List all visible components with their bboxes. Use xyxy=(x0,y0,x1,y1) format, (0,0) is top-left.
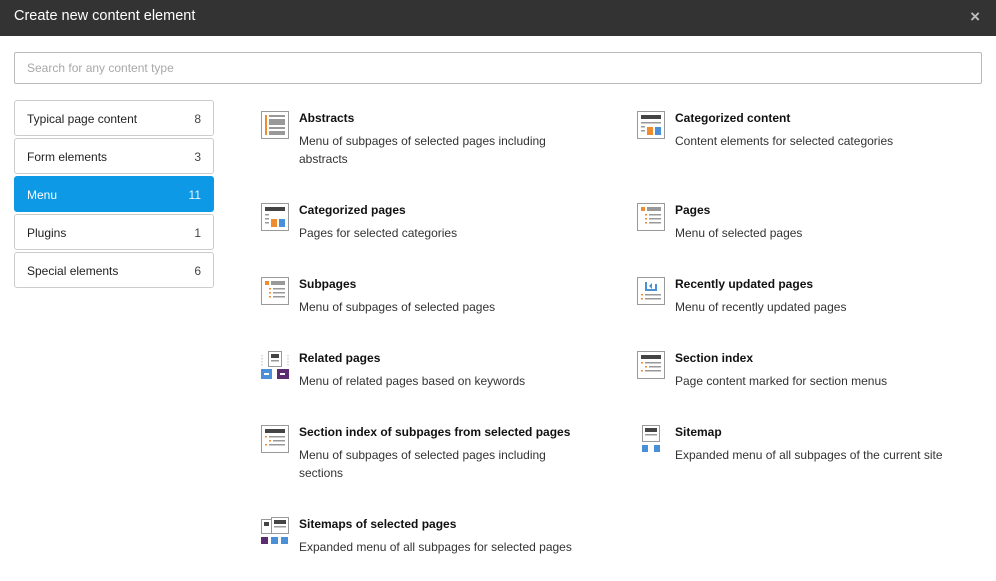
menu-categorized-pages-icon xyxy=(261,203,289,231)
category-sidebar: Typical page content 8 Form elements 3 M… xyxy=(14,100,214,290)
category-count: 1 xyxy=(194,226,201,240)
category-plugins[interactable]: Plugins 1 xyxy=(14,214,214,250)
content-element-name: Sitemap xyxy=(675,425,722,439)
category-label: Special elements xyxy=(27,264,119,278)
category-form-elements[interactable]: Form elements 3 xyxy=(14,138,214,174)
category-label: Menu xyxy=(27,188,58,202)
content-element-description: Pages for selected categories xyxy=(299,226,458,240)
close-icon[interactable]: × xyxy=(970,7,980,27)
category-count: 3 xyxy=(194,150,201,164)
menu-section-index-subpages-icon xyxy=(261,425,289,453)
menu-abstract-icon xyxy=(261,111,289,139)
content-element-description: Expanded menu of all subpages of the cur… xyxy=(675,448,943,462)
search-box[interactable] xyxy=(14,52,982,84)
category-typical-page-content[interactable]: Typical page content 8 xyxy=(14,100,214,136)
category-count: 8 xyxy=(194,112,201,126)
content-element-name: Section index of subpages from selected … xyxy=(299,425,571,439)
content-element-description: Expanded menu of all subpages for select… xyxy=(299,540,572,554)
category-count: 11 xyxy=(188,188,201,202)
category-special-elements[interactable]: Special elements 6 xyxy=(14,252,214,288)
category-label: Plugins xyxy=(27,226,67,240)
content-element-name: Recently updated pages xyxy=(675,277,814,291)
content-element-description: Content elements for selected categories xyxy=(675,134,894,148)
content-element-name: Abstracts xyxy=(299,111,355,125)
content-element-name: Pages xyxy=(675,203,711,217)
content-element-name: Categorized content xyxy=(675,111,791,125)
content-element-name: Subpages xyxy=(299,277,357,291)
content-element-description: Menu of subpages of selected pages inclu… xyxy=(299,134,546,166)
content-element-name: Related pages xyxy=(299,351,381,365)
menu-pages-icon xyxy=(637,203,665,231)
content-element-name: Sitemaps of selected pages xyxy=(299,517,457,531)
menu-recently-updated-icon xyxy=(637,277,665,305)
menu-related-pages-icon xyxy=(261,351,289,379)
dialog-title: Create new content element xyxy=(14,8,196,24)
content-element-name: Categorized pages xyxy=(299,203,406,217)
dialog-header: Create new content element × xyxy=(0,0,996,36)
menu-subpages-icon xyxy=(261,277,289,305)
content-element-description: Page content marked for section menus xyxy=(675,374,888,388)
sitemaps-selected-icon xyxy=(261,517,289,544)
content-element-name: Section index xyxy=(675,351,754,365)
search-input[interactable] xyxy=(15,53,981,83)
content-element-description: Menu of subpages of selected pages inclu… xyxy=(299,448,546,480)
content-element-description: Menu of subpages of selected pages xyxy=(299,300,496,314)
category-label: Form elements xyxy=(27,150,108,164)
content-element-description: Menu of selected pages xyxy=(675,226,803,240)
content-element-description: Menu of recently updated pages xyxy=(675,300,847,314)
sitemap-icon xyxy=(642,425,660,452)
category-count: 6 xyxy=(194,264,201,278)
category-menu[interactable]: Menu 11 xyxy=(14,176,214,212)
content-element-description: Menu of related pages based on keywords xyxy=(299,374,526,388)
category-label: Typical page content xyxy=(27,112,138,126)
menu-section-index-icon xyxy=(637,351,665,379)
menu-categorized-content-icon xyxy=(637,111,665,139)
